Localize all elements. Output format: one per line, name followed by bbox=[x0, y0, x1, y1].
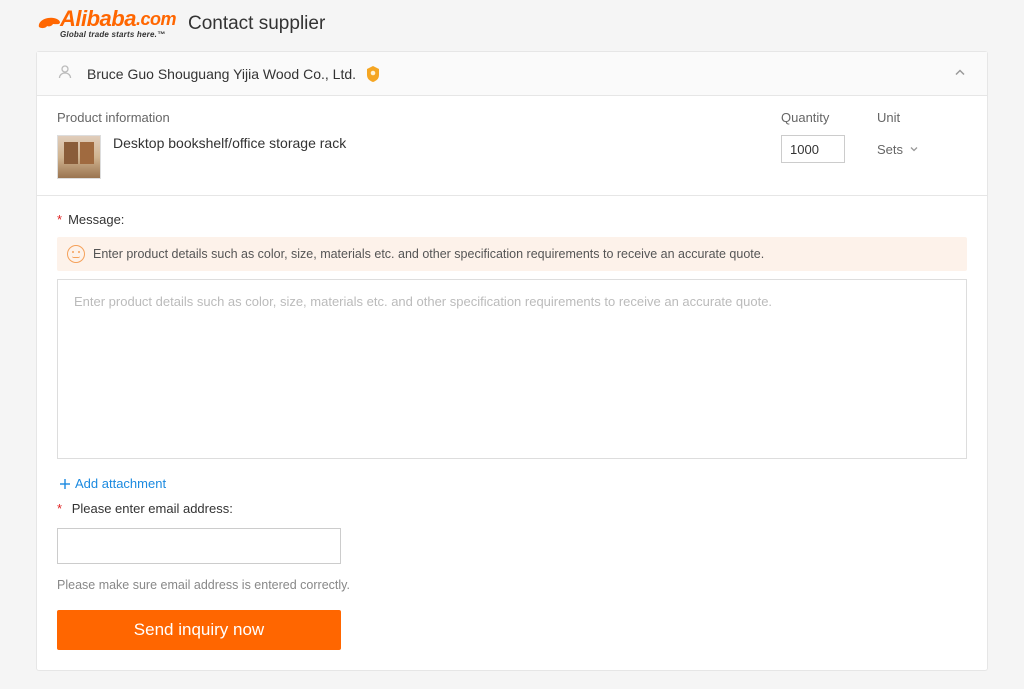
smile-icon bbox=[67, 245, 85, 263]
page-title: Contact supplier bbox=[188, 13, 325, 35]
email-note: Please make sure email address is entere… bbox=[57, 578, 967, 592]
required-asterisk: * bbox=[57, 212, 62, 227]
add-attachment-label: Add attachment bbox=[75, 476, 166, 491]
email-block: * Please enter email address: Please mak… bbox=[37, 501, 987, 670]
send-inquiry-button[interactable]: Send inquiry now bbox=[57, 610, 341, 650]
add-attachment-link[interactable]: Add attachment bbox=[59, 476, 166, 491]
email-input[interactable] bbox=[57, 528, 341, 564]
message-hint-text: Enter product details such as color, siz… bbox=[93, 247, 764, 261]
required-asterisk: * bbox=[57, 501, 62, 516]
plus-icon bbox=[59, 478, 71, 490]
email-label: * Please enter email address: bbox=[57, 501, 967, 516]
alibaba-logo: Alibaba.com Global trade starts here.™ bbox=[60, 8, 176, 39]
inquiry-card: Bruce Guo Shouguang Yijia Wood Co., Ltd.… bbox=[36, 51, 988, 671]
person-icon bbox=[57, 64, 73, 83]
alibaba-hand-icon bbox=[36, 13, 62, 35]
logo-tagline: Global trade starts here.™ bbox=[60, 31, 176, 39]
logo-text: Alibaba bbox=[60, 8, 136, 30]
gold-supplier-icon bbox=[366, 66, 380, 82]
logo-dotcom: .com bbox=[136, 10, 176, 28]
supplier-header: Bruce Guo Shouguang Yijia Wood Co., Ltd. bbox=[37, 52, 987, 96]
message-label: *Message: bbox=[57, 212, 967, 227]
collapse-toggle[interactable] bbox=[953, 65, 967, 82]
quantity-label: Quantity bbox=[781, 110, 871, 125]
product-thumbnail bbox=[57, 135, 101, 179]
message-textarea[interactable] bbox=[57, 279, 967, 459]
supplier-name: Bruce Guo Shouguang Yijia Wood Co., Ltd. bbox=[87, 66, 356, 82]
page-header: Alibaba.com Global trade starts here.™ C… bbox=[0, 8, 1024, 45]
product-info-label: Product information bbox=[57, 110, 781, 125]
message-hint: Enter product details such as color, siz… bbox=[57, 237, 967, 271]
unit-selected-value: Sets bbox=[877, 142, 903, 157]
unit-label: Unit bbox=[877, 110, 967, 125]
quantity-input[interactable] bbox=[781, 135, 845, 163]
product-info-row: Product information Desktop bookshelf/of… bbox=[37, 96, 987, 196]
chevron-down-icon bbox=[909, 144, 919, 154]
message-block: *Message: Enter product details such as … bbox=[37, 196, 987, 501]
unit-select[interactable]: Sets bbox=[877, 135, 967, 163]
product-title: Desktop bookshelf/office storage rack bbox=[113, 135, 346, 151]
